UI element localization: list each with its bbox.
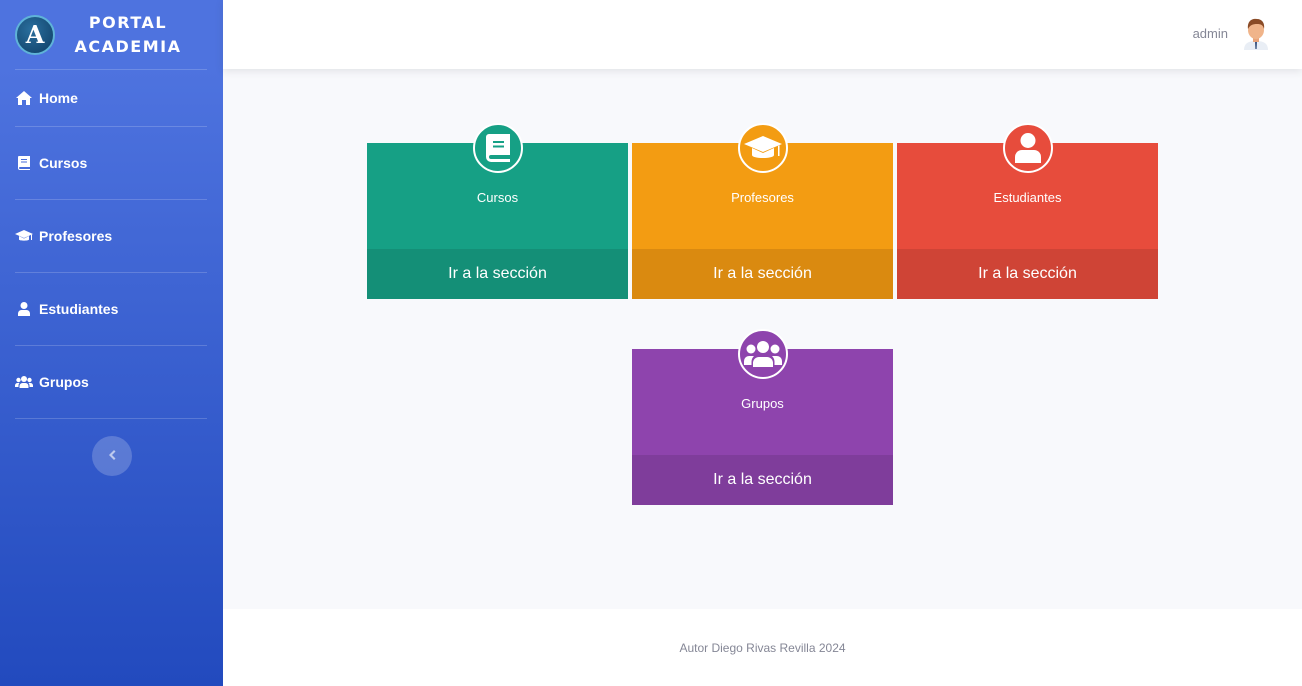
card-profesores: Profesores Ir a la sección: [632, 123, 893, 299]
graduation-cap-icon: [737, 123, 788, 173]
card-profesores-link[interactable]: Ir a la sección: [632, 249, 893, 299]
card-title: Cursos: [476, 190, 519, 205]
brand-logo: A: [15, 14, 55, 55]
sidebar-item-home[interactable]: Home: [0, 70, 223, 126]
card-grupos: Grupos Ir a la sección: [632, 329, 893, 505]
sidebar-item-grupos[interactable]: Grupos: [0, 346, 223, 418]
sidebar-item-profesores[interactable]: Profesores: [0, 200, 223, 272]
home-icon: [15, 91, 33, 105]
brand-line1: PORTAL: [88, 12, 168, 32]
card-estudiantes-top: Estudiantes: [897, 123, 1158, 249]
user-icon: [15, 302, 33, 316]
card-cursos-top: Cursos: [367, 123, 628, 249]
graduation-cap-icon: [15, 229, 33, 243]
card-title: Grupos: [741, 396, 784, 411]
card-grupos-top: Grupos: [632, 329, 893, 455]
sidebar-item-estudiantes[interactable]: Estudiantes: [0, 273, 223, 345]
user-name: admin: [1192, 25, 1228, 41]
footer-text: Autor Diego Rivas Revilla 2024: [679, 640, 846, 655]
card-title: Estudiantes: [993, 190, 1062, 205]
card-cursos: Cursos Ir a la sección: [367, 123, 628, 299]
user-icon: [1002, 123, 1053, 173]
avatar-icon: [1240, 16, 1272, 50]
card-grupos-link[interactable]: Ir a la sección: [632, 455, 893, 505]
users-icon: [737, 329, 788, 379]
sidebar-item-label: Estudiantes: [39, 301, 119, 317]
brand[interactable]: A PORTAL ACADEMIA: [0, 0, 223, 69]
sidebar-item-cursos[interactable]: Cursos: [0, 127, 223, 199]
topbar: admin: [223, 0, 1302, 69]
sidebar-toggle-button[interactable]: [91, 436, 132, 476]
card-cursos-link[interactable]: Ir a la sección: [367, 249, 628, 299]
footer: Autor Diego Rivas Revilla 2024: [223, 609, 1302, 686]
card-estudiantes: Estudiantes Ir a la sección: [897, 123, 1158, 299]
brand-line2: ACADEMIA: [74, 36, 182, 56]
card-title: Profesores: [731, 190, 794, 205]
book-icon: [15, 156, 33, 170]
brand-text: PORTAL ACADEMIA: [73, 11, 183, 59]
sidebar-item-label: Cursos: [39, 155, 88, 171]
sidebar-item-label: Profesores: [39, 228, 113, 244]
sidebar-item-label: Grupos: [39, 374, 89, 390]
user-menu[interactable]: admin: [1193, 16, 1272, 50]
brand-logo-letter: A: [25, 20, 45, 49]
book-icon: [472, 123, 523, 173]
sidebar-item-label: Home: [39, 90, 78, 106]
sidebar: A PORTAL ACADEMIA Home Cursos Profesores…: [0, 0, 223, 686]
card-profesores-top: Profesores: [632, 123, 893, 249]
card-estudiantes-link[interactable]: Ir a la sección: [897, 249, 1158, 299]
chevron-left-icon: [108, 447, 116, 465]
users-icon: [15, 375, 33, 389]
